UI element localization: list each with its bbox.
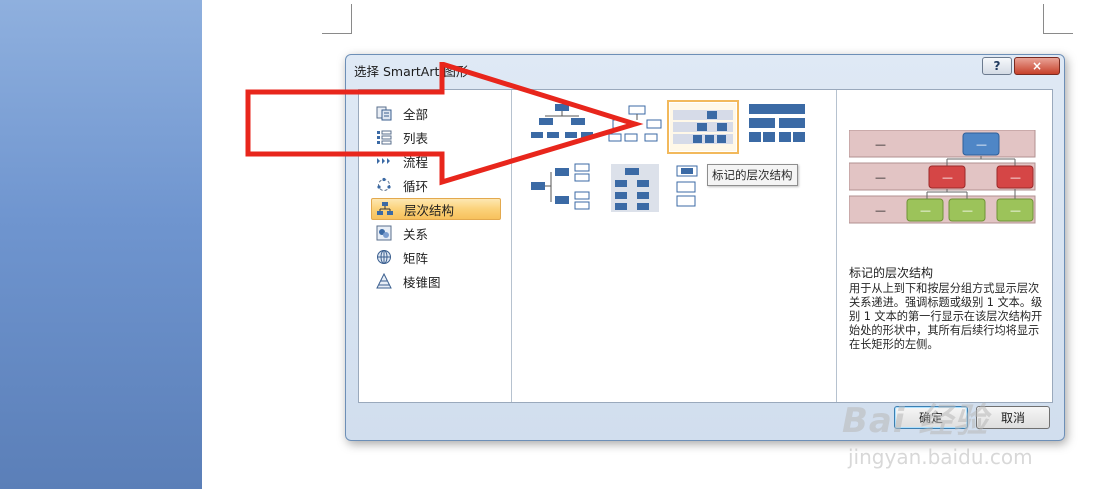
help-button[interactable]: ? <box>982 57 1012 75</box>
hierarchy-icon <box>376 201 394 217</box>
category-item-cycle[interactable]: 循环 <box>371 174 501 196</box>
category-list: 全部 列表 流程 循环 层次结构 关系 矩阵 棱锥图 <box>359 90 512 402</box>
crop-mark-top-right <box>1043 4 1073 34</box>
cycle-icon <box>375 177 393 193</box>
layout-thumbnail-labeled-hierarchy[interactable] <box>667 100 739 154</box>
dialog-title: 选择 SmartArt 图形 <box>354 64 469 79</box>
category-label: 关系 <box>403 226 429 242</box>
preview-placeholder: — <box>875 204 886 217</box>
relationship-icon <box>375 225 393 241</box>
layout-thumbnail[interactable] <box>745 100 817 154</box>
list-icon <box>375 129 393 145</box>
category-label: 全部 <box>403 106 429 122</box>
crop-mark-top-left <box>322 4 352 34</box>
preview-pane: — — — — — — — — — 标记的层次结构 用于从上到下和按层分组方式显… <box>837 90 1052 402</box>
category-label: 层次结构 <box>404 202 455 218</box>
all-icon <box>375 105 393 121</box>
layout-gallery <box>513 90 837 402</box>
smartart-dialog: 选择 SmartArt 图形 ? × 全部 列表 流程 循环 层次结构 关系 矩… <box>345 54 1065 441</box>
preview-diagram: — — — — — — — — — <box>849 130 1036 224</box>
category-item-matrix[interactable]: 矩阵 <box>371 246 501 268</box>
watermark-brand: Bai 经验 <box>842 401 989 441</box>
category-item-relationship[interactable]: 关系 <box>371 222 501 244</box>
layout-thumbnail[interactable] <box>527 162 599 216</box>
preview-placeholder: — <box>1010 204 1021 217</box>
category-item-process[interactable]: 流程 <box>371 150 501 172</box>
preview-placeholder: — <box>976 138 987 151</box>
layout-thumbnail[interactable] <box>527 100 599 154</box>
category-item-all[interactable]: 全部 <box>371 102 501 124</box>
preview-placeholder: — <box>920 204 931 217</box>
category-label: 循环 <box>403 178 429 194</box>
preview-placeholder: — <box>875 138 886 151</box>
category-item-list[interactable]: 列表 <box>371 126 501 148</box>
watermark-url: jingyan.baidu.com <box>848 445 1033 469</box>
layout-tooltip: 标记的层次结构 <box>707 164 798 186</box>
preview-placeholder: — <box>1010 171 1021 184</box>
category-label: 流程 <box>403 154 429 170</box>
category-label: 列表 <box>403 130 429 146</box>
document-left-pane <box>0 0 202 489</box>
close-button[interactable]: × <box>1014 57 1060 75</box>
layout-thumbnail[interactable] <box>603 162 675 216</box>
category-item-hierarchy[interactable]: 层次结构 <box>371 198 501 220</box>
layout-thumbnail[interactable] <box>603 100 675 154</box>
preview-title: 标记的层次结构 <box>849 266 934 280</box>
preview-placeholder: — <box>942 171 953 184</box>
process-icon <box>375 153 393 169</box>
category-item-pyramid[interactable]: 棱锥图 <box>371 270 501 292</box>
preview-description: 用于从上到下和按层分组方式显示层次关系递进。强调标题或级别 1 文本。级别 1 … <box>849 282 1043 351</box>
baidu-watermark: Bai 经验 jingyan.baidu.com <box>838 385 1058 485</box>
preview-placeholder: — <box>962 204 973 217</box>
matrix-icon <box>375 249 393 265</box>
category-label: 矩阵 <box>403 250 429 266</box>
pyramid-icon <box>375 273 393 289</box>
dialog-body: 全部 列表 流程 循环 层次结构 关系 矩阵 棱锥图 — — — — — — —… <box>358 89 1053 403</box>
preview-placeholder: — <box>875 171 886 184</box>
category-label: 棱锥图 <box>403 274 441 290</box>
